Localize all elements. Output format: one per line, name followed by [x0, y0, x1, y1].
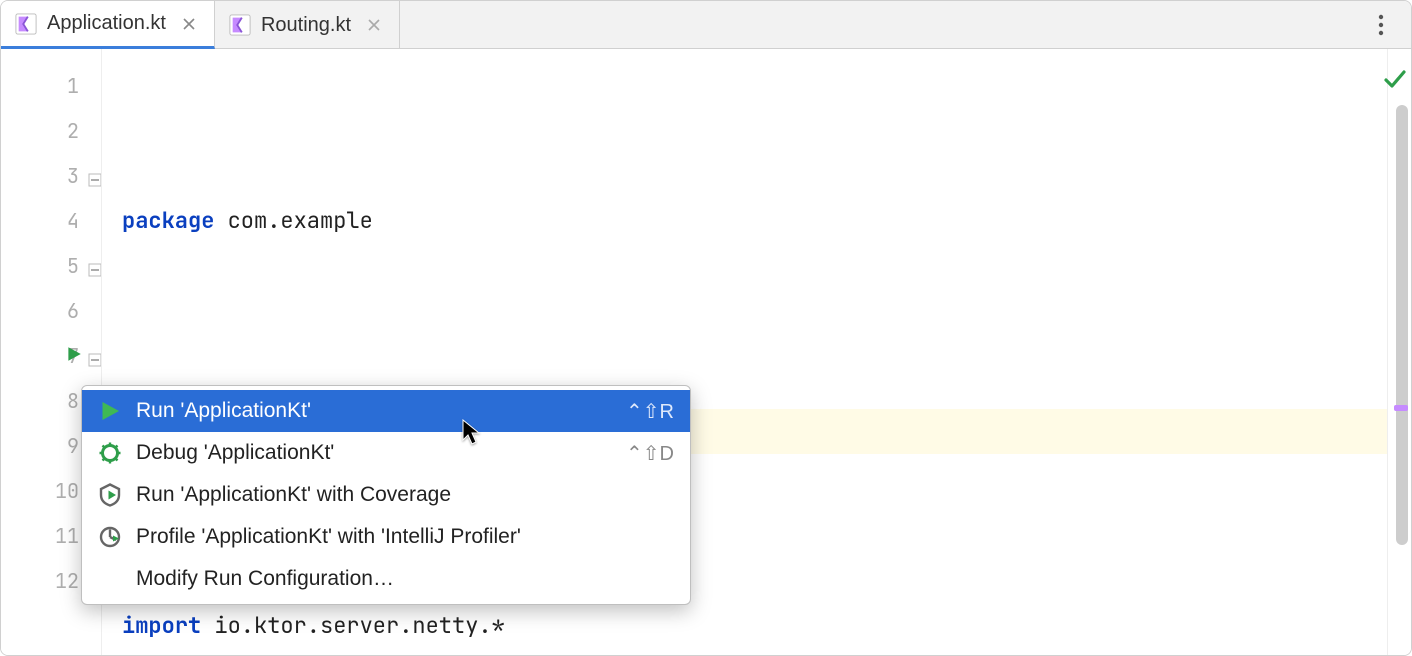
package-name: com.example	[228, 206, 373, 235]
keyword: import	[122, 611, 201, 640]
menu-shortcut: ⌃⇧D	[626, 441, 674, 466]
scrollbar-thumb[interactable]	[1396, 105, 1408, 545]
line-number: 7	[1, 333, 101, 378]
menu-debug-application[interactable]: Debug 'ApplicationKt' ⌃⇧D	[82, 432, 690, 474]
coverage-icon	[98, 483, 122, 507]
line-number: 5	[1, 243, 101, 288]
line-number: 3	[1, 153, 101, 198]
close-icon[interactable]	[365, 16, 383, 34]
tabbar-more-icon[interactable]	[1363, 1, 1399, 49]
menu-label: Profile 'ApplicationKt' with 'IntelliJ P…	[136, 525, 521, 549]
run-context-menu: Run 'ApplicationKt' ⌃⇧R Debug 'Applicati…	[81, 385, 691, 605]
keyword: package	[122, 206, 214, 235]
menu-label: Run 'ApplicationKt'	[136, 399, 311, 423]
blank-icon	[98, 567, 122, 591]
menu-shortcut: ⌃⇧R	[626, 399, 674, 424]
editor-right-rail	[1387, 49, 1411, 655]
line-number: 2	[1, 108, 101, 153]
editor-tabbar: Application.kt Routing.kt	[1, 1, 1411, 49]
menu-label: Debug 'ApplicationKt'	[136, 441, 334, 465]
menu-modify-run-config[interactable]: Modify Run Configuration…	[82, 558, 690, 600]
profiler-icon	[98, 525, 122, 549]
run-gutter-icon[interactable]	[65, 343, 83, 369]
menu-label: Modify Run Configuration…	[136, 567, 394, 591]
line-number: 6	[1, 288, 101, 333]
line-number: 1	[1, 63, 101, 108]
tab-application-kt[interactable]: Application.kt	[1, 1, 215, 49]
menu-run-with-coverage[interactable]: Run 'ApplicationKt' with Coverage	[82, 474, 690, 516]
rail-marker[interactable]	[1394, 405, 1408, 411]
close-icon[interactable]	[180, 15, 198, 33]
tab-routing-kt[interactable]: Routing.kt	[215, 1, 400, 49]
menu-profile-application[interactable]: Profile 'ApplicationKt' with 'IntelliJ P…	[82, 516, 690, 558]
ide-window: Application.kt Routing.kt 1 2 3 4	[0, 0, 1412, 656]
kotlin-file-icon	[15, 13, 37, 35]
line-number: 4	[1, 198, 101, 243]
tab-label: Application.kt	[47, 12, 166, 35]
menu-run-application[interactable]: Run 'ApplicationKt' ⌃⇧R	[82, 390, 690, 432]
import-path: io.ktor.server.netty.*	[214, 611, 504, 640]
run-icon	[98, 399, 122, 423]
tab-label: Routing.kt	[261, 14, 351, 37]
menu-label: Run 'ApplicationKt' with Coverage	[136, 483, 451, 507]
kotlin-file-icon	[229, 14, 251, 36]
inspection-ok-icon[interactable]	[1383, 67, 1407, 96]
debug-icon	[98, 441, 122, 465]
